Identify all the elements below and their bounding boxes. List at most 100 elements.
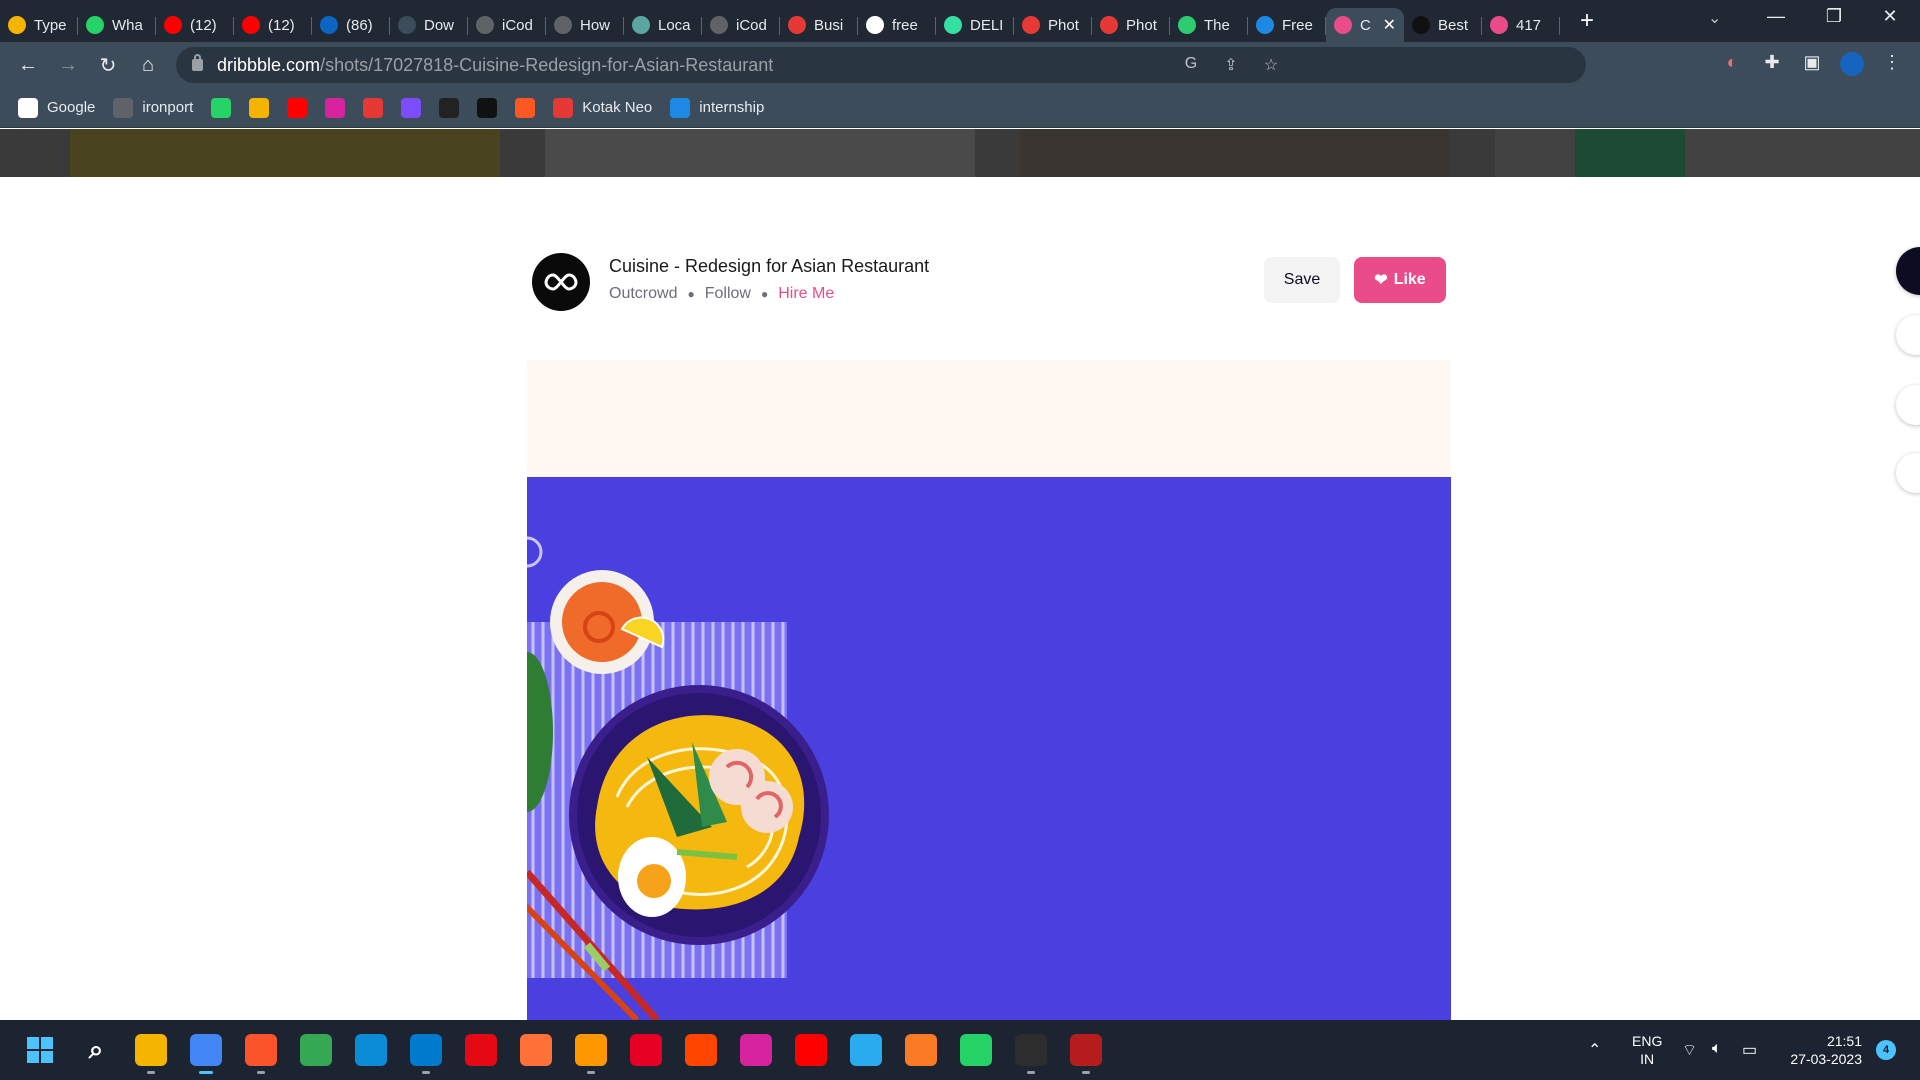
bookmark-item[interactable]: ironport [113, 97, 194, 118]
globe-icon [710, 16, 728, 34]
designer-avatar-side[interactable] [1896, 247, 1920, 295]
profile-avatar[interactable] [1840, 52, 1864, 76]
browser-tab[interactable]: free [858, 8, 936, 42]
chrome-icon[interactable] [300, 1034, 332, 1066]
bookmark-item[interactable] [211, 97, 232, 118]
browser-tab[interactable]: (12) [156, 8, 234, 42]
browser-tab[interactable]: (86) [312, 8, 390, 42]
bookmark-item[interactable] [287, 97, 308, 118]
close-tab-icon[interactable]: ✕ [1383, 15, 1396, 35]
xampp-icon[interactable] [905, 1034, 937, 1066]
url-path: /shots/17027818-Cuisine-Redesign-for-Asi… [320, 54, 774, 75]
notification-badge[interactable]: 4 [1876, 1040, 1896, 1060]
restore-icon[interactable]: ❐ [1814, 6, 1854, 27]
browser-tab[interactable]: Dow [390, 8, 468, 42]
browser-tab[interactable]: Busi [780, 8, 858, 42]
browser-tab[interactable]: Loca [624, 8, 702, 42]
comment-icon[interactable] [1896, 315, 1920, 355]
side-panel-icon[interactable]: ▣ [1800, 52, 1824, 76]
menu-icon[interactable]: ⋮ [1880, 52, 1904, 76]
bookmark-item[interactable]: Google [18, 97, 95, 118]
new-tab-button[interactable]: + [1572, 7, 1602, 35]
home-icon[interactable]: ⌂ [128, 54, 168, 77]
browser-tab[interactable]: DELI [936, 8, 1014, 42]
info-icon[interactable] [1896, 453, 1920, 493]
like-button[interactable]: ❤ Like [1354, 257, 1446, 303]
instagram-icon[interactable] [740, 1034, 772, 1066]
hire-me-link[interactable]: Hire Me [778, 285, 834, 303]
volume-icon[interactable]: 🔈︎ [1712, 1040, 1722, 1058]
back-icon[interactable]: ← [8, 54, 48, 77]
browser-tab[interactable]: Best [1404, 8, 1482, 42]
lock-icon[interactable] [192, 54, 203, 71]
extension-icon[interactable]: ◐ [1720, 52, 1744, 76]
minimize-icon[interactable]: — [1756, 6, 1796, 27]
winrar-icon[interactable] [1070, 1034, 1102, 1074]
share-icon[interactable]: ⇪ [1220, 55, 1242, 77]
edge-icon[interactable] [355, 1034, 387, 1066]
bookmark-item[interactable]: internship [670, 97, 764, 118]
browser-tab[interactable]: C ✕ [1326, 8, 1404, 42]
telegram-icon[interactable] [850, 1034, 882, 1066]
brave-icon[interactable] [245, 1034, 277, 1074]
bookmark-item[interactable] [249, 97, 270, 118]
save-button[interactable]: Save [1264, 257, 1340, 303]
bookmark-item[interactable] [401, 97, 422, 118]
close-window-icon[interactable]: ✕ [1870, 6, 1910, 27]
reddit-icon[interactable] [685, 1034, 717, 1066]
youtube-icon[interactable] [795, 1034, 827, 1066]
tab-search-icon[interactable]: ⌄ [1708, 8, 1721, 28]
bookmark-label: ironport [142, 99, 194, 116]
search-icon[interactable]: ⌕ [80, 1034, 112, 1066]
browser-tab[interactable]: Type [0, 8, 78, 42]
terminal-icon[interactable] [1015, 1034, 1047, 1074]
vscode-icon[interactable] [410, 1034, 442, 1074]
bookmark-star-icon[interactable]: ☆ [1260, 55, 1282, 77]
plate-rim-illustration [527, 536, 543, 568]
sublime-icon[interactable] [575, 1034, 607, 1074]
bookmark-item[interactable] [477, 97, 498, 118]
browser-tab[interactable]: Phot [1092, 8, 1170, 42]
chrome-icon[interactable] [190, 1034, 222, 1074]
browser-tab[interactable]: Wha [78, 8, 156, 42]
puzzle-icon[interactable]: ✚ [1760, 52, 1784, 76]
bookmark-item[interactable] [363, 97, 384, 118]
bookmark-item[interactable]: Kotak Neo [553, 97, 652, 118]
tray-chevron-icon[interactable]: ⌃ [1588, 1040, 1601, 1060]
wifi-icon[interactable]: ⌔ [1682, 1040, 1697, 1060]
author-avatar[interactable] [532, 253, 590, 311]
firefox-icon[interactable] [520, 1034, 552, 1066]
related-shot-thumbnail[interactable] [1575, 129, 1685, 177]
related-shot-thumbnail[interactable] [1495, 129, 1920, 177]
battery-icon[interactable]: ▭ [1742, 1040, 1757, 1060]
shot-image[interactable] [527, 360, 1451, 1020]
related-shot-thumbnail[interactable] [1020, 129, 1450, 177]
whatsapp-icon[interactable] [960, 1034, 992, 1066]
related-shot-thumbnail[interactable] [545, 129, 975, 177]
browser-tab[interactable]: Free [1248, 8, 1326, 42]
windows-start-icon[interactable] [24, 1034, 56, 1066]
file-explorer-icon[interactable] [135, 1034, 167, 1074]
forward-icon[interactable]: → [48, 54, 88, 77]
reload-icon[interactable]: ↻ [88, 53, 128, 78]
browser-tab[interactable]: 417 [1482, 8, 1560, 42]
address-bar[interactable]: dribbble.com/shots/17027818-Cuisine-Rede… [176, 47, 1586, 83]
browser-tab[interactable]: How [546, 8, 624, 42]
share-side-icon[interactable] [1896, 385, 1920, 425]
opera-icon[interactable] [465, 1034, 497, 1066]
pinterest-icon[interactable] [630, 1034, 662, 1066]
browser-tab[interactable]: (12) [234, 8, 312, 42]
clock[interactable]: 21:51 27-03-2023 [1780, 1032, 1862, 1068]
browser-tab[interactable]: iCod [702, 8, 780, 42]
browser-tab[interactable]: iCod [468, 8, 546, 42]
bookmark-item[interactable] [439, 97, 460, 118]
bookmark-item[interactable] [515, 97, 536, 118]
related-shot-thumbnail[interactable] [70, 129, 500, 177]
language-indicator[interactable]: ENG IN [1632, 1032, 1662, 1068]
browser-tab[interactable]: Phot [1014, 8, 1092, 42]
google-lens-icon[interactable]: G [1180, 55, 1202, 77]
follow-link[interactable]: Follow [705, 285, 751, 303]
bookmark-item[interactable] [325, 97, 346, 118]
author-name-link[interactable]: Outcrowd [609, 285, 677, 303]
browser-tab[interactable]: The [1170, 8, 1248, 42]
